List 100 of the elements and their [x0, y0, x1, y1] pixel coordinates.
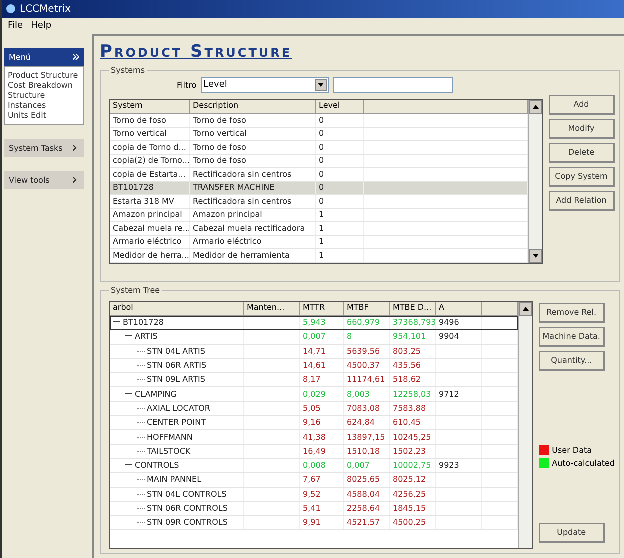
scroll-down-icon [532, 254, 538, 258]
action-button[interactable]: Delete [549, 143, 615, 163]
table-cell: 4521,57 [344, 516, 390, 530]
table-cell: 13897,15 [344, 430, 390, 444]
table-cell: Torno vertical [110, 128, 190, 140]
legend-label: User Data [552, 446, 592, 454]
table-cell: 5,41 [300, 502, 344, 516]
table-cell: 9496 [436, 316, 482, 330]
tree-node-label: STN 04L CONTROLS [110, 488, 244, 501]
column-header[interactable]: Description [190, 100, 316, 113]
column-header[interactable]: MTTR [300, 302, 344, 315]
action-button[interactable]: Copy System [549, 167, 615, 187]
table-cell: 0,029 [300, 387, 344, 401]
action-button[interactable]: Add Relation [549, 191, 615, 211]
table-cell: 0,007 [300, 330, 344, 344]
action-button[interactable]: Machine Data. [539, 327, 606, 347]
column-header[interactable]: A [436, 302, 482, 315]
table-cell: 8,003 [344, 387, 390, 401]
action-button[interactable]: Remove Rel. [539, 303, 606, 323]
update-button[interactable]: Update [539, 523, 606, 543]
action-button[interactable]: Quantity... [539, 351, 606, 371]
tree-row[interactable]: TAILSTOCK 16,49 1510,18 1502,23 [110, 444, 518, 459]
table-cell: 0 [316, 114, 364, 126]
tree-row[interactable]: STN 09L ARTIS 8,17 11174,61 518,62 [110, 373, 518, 388]
system-row[interactable]: copia de Estarta... Rectificadora sin centros 0 [110, 168, 528, 182]
column-header[interactable]: MTBF [344, 302, 390, 315]
table-cell: copia de Estarta... [110, 168, 190, 180]
table-cell: 0 [316, 195, 364, 208]
sidebar-link[interactable]: Cost Breakdown [8, 81, 80, 90]
tree-row[interactable]: AXIAL LOCATOR 5,05 7083,08 7583,88 [110, 402, 518, 416]
tree-row[interactable]: STN 09R CONTROLS 9,91 4521,57 4500,25 [110, 516, 518, 530]
tree-node-label: STN 04L ARTIS [110, 344, 244, 358]
tree-row[interactable]: MAIN PANNEL 7,67 8025,65 8025,12 [110, 473, 518, 488]
table-cell: 8025,12 [390, 473, 436, 487]
system-row[interactable]: copia de Torno d... Torno de foso 0 [110, 141, 528, 154]
tree-node-label: BT101728 [110, 316, 244, 330]
tree-node-label: STN 06R ARTIS [110, 358, 244, 372]
table-cell: copia de Torno d... [110, 141, 190, 154]
tree-row[interactable]: STN 06R ARTIS 14,61 4500,37 435,56 [110, 358, 518, 374]
table-cell: 9,52 [300, 488, 344, 501]
chevron-icon [73, 177, 79, 183]
system-row[interactable]: Medidor de herra... Medidor de herramienta 1 [110, 249, 528, 262]
table-cell: 610,45 [390, 416, 436, 430]
scroll-up-icon [532, 105, 538, 109]
sidebar-panel-header[interactable]: Menú [4, 48, 84, 66]
tree-node-label: AXIAL LOCATOR [110, 402, 244, 416]
action-button[interactable]: Add [549, 95, 615, 115]
table-cell: 5,05 [300, 402, 344, 416]
table-cell: Torno de foso [190, 141, 316, 154]
table-cell: 954,101 [390, 330, 436, 344]
column-header[interactable]: Manten... [244, 302, 300, 315]
tree-row[interactable]: CONTROLS 0,008 0,007 10002,75 9923 [110, 458, 518, 474]
table-cell: Armario eléctrico [110, 236, 190, 248]
table-cell: 4588,04 [344, 488, 390, 501]
system-row[interactable]: Amazon principal Amazon principal 1 [110, 208, 528, 222]
sidebar-link[interactable]: Units Edit [8, 111, 80, 120]
menu-item[interactable]: File [8, 21, 24, 31]
sidebar-panel-header[interactable]: System Tasks [4, 139, 84, 157]
sidebar-panel-header[interactable]: View tools [4, 171, 84, 189]
table-cell: 7,67 [300, 473, 344, 487]
action-button[interactable]: Modify [549, 119, 615, 139]
filter-dropdown[interactable]: Level [200, 77, 329, 93]
tree-row[interactable]: STN 06R CONTROLS 5,41 2258,64 1845,15 [110, 502, 518, 516]
column-header[interactable]: System [110, 100, 190, 113]
table-cell: 1502,23 [390, 444, 436, 458]
tree-row[interactable]: STN 04L CONTROLS 9,52 4588,04 4256,25 [110, 488, 518, 502]
table-cell: 1 [316, 236, 364, 248]
table-cell: 7083,08 [344, 402, 390, 416]
tree-row[interactable]: CENTER POINT 9,16 624,84 610,45 [110, 416, 518, 430]
system-row[interactable]: Torno de foso Torno de foso 0 [110, 114, 528, 128]
menu-item[interactable]: Help [31, 21, 52, 31]
sidebar-link[interactable]: Product Structure [8, 71, 80, 80]
tree-node-label: TAILSTOCK [110, 444, 244, 458]
sidebar-link[interactable]: Structure [8, 91, 80, 100]
system-row[interactable]: BT101728 TRANSFER MACHINE 0 [110, 182, 528, 195]
filter-field[interactable] [332, 77, 453, 93]
column-header[interactable]: arbol [110, 302, 244, 315]
tree-row[interactable]: STN 04L ARTIS 14,71 5639,56 803,25 [110, 344, 518, 359]
system-row[interactable]: copia(2) de Torno... Torno de foso 0 [110, 154, 528, 168]
system-row[interactable]: Torno vertical Torno vertical 0 [110, 128, 528, 141]
tree-node-label: ARTIS [110, 330, 244, 344]
table-cell: Rectificadora sin centros [190, 195, 316, 208]
tree-row[interactable]: ARTIS 0,007 8 954,101 9904 [110, 330, 518, 345]
table-cell: 4256,25 [390, 488, 436, 501]
column-header[interactable]: Level [316, 100, 364, 113]
tree-row[interactable]: CLAMPING 0,029 8,003 12258,03 9712 [110, 387, 518, 402]
table-cell: 10002,75 [390, 458, 436, 472]
tree-row[interactable]: HOFFMANN 41,38 13897,15 10245,25 [110, 430, 518, 445]
table-cell: 4500,37 [344, 358, 390, 372]
app-icon [6, 4, 16, 14]
tree-node-label: CLAMPING [110, 387, 244, 401]
system-row[interactable]: Estarta 318 MV Rectificadora sin centros 0 [110, 195, 528, 208]
scrollbar[interactable] [518, 302, 532, 548]
filter-label: Filtro [177, 80, 197, 90]
sidebar-link[interactable]: Instances [8, 101, 80, 110]
column-header[interactable]: MTBE D... [390, 302, 436, 315]
table-cell: Torno de foso [190, 114, 316, 126]
system-row[interactable]: Armario eléctrico Armario eléctrico 1 [110, 236, 528, 249]
table-cell: 1 [316, 249, 364, 262]
scrollbar[interactable] [528, 100, 542, 262]
